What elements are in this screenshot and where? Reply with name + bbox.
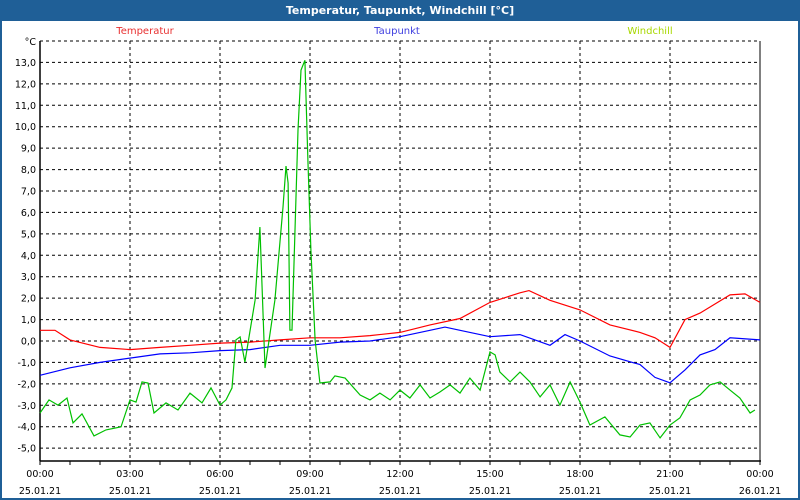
x-tick-time: 09:00	[296, 469, 323, 480]
x-tick-date: 26.01.21	[739, 486, 781, 497]
x-tick-date: 25.01.21	[649, 486, 691, 497]
x-tick-time: 12:00	[386, 469, 413, 480]
x-tick-time: 15:00	[476, 469, 503, 480]
y-tick-label: 4,0	[21, 251, 36, 262]
y-tick-label: 11,0	[15, 101, 36, 112]
x-tick-date: 25.01.21	[199, 486, 241, 497]
x-tick-date: 25.01.21	[559, 486, 601, 497]
y-tick-label: 2,0	[21, 294, 36, 305]
y-tick-label: 12,0	[15, 79, 36, 90]
x-tick-date: 25.01.21	[469, 486, 511, 497]
chart-window: Temperatur, Taupunkt, Windchill [°C] 13,…	[0, 0, 800, 500]
y-tick-label: 6,0	[21, 208, 36, 219]
x-tick-date: 25.01.21	[109, 486, 151, 497]
x-tick-time: 00:00	[26, 469, 53, 480]
line-chart: 13,0 12,0 11,0 10,0 9,0 8,0 7,0 6,0 5,0 4,0 3,0 2,0…	[15, 26, 781, 497]
x-tick-time: 06:00	[206, 469, 233, 480]
legend-temperatur: Temperatur	[115, 26, 174, 37]
x-tick-date: 25.01.21	[289, 486, 331, 497]
y-tick-label: 9,0	[21, 144, 36, 155]
x-tick-date: 25.01.21	[19, 486, 61, 497]
x-tick-time: 18:00	[566, 469, 593, 480]
y-tick-label: 0,0	[21, 337, 36, 348]
legend-windchill: Windchill	[627, 26, 672, 37]
y-tick-label: 13,0	[15, 58, 36, 69]
y-tick-label: 3,0	[21, 272, 36, 283]
y-tick-label: -3,0	[17, 401, 36, 412]
y-tick-label: 7,0	[21, 187, 36, 198]
x-tick-time: 03:00	[116, 469, 143, 480]
y-tick-label: 5,0	[21, 229, 36, 240]
y-tick-label: -4,0	[17, 422, 36, 433]
y-tick-label: -1,0	[17, 358, 36, 369]
y-tick-label: 10,0	[15, 122, 36, 133]
y-tick-label: -2,0	[17, 379, 36, 390]
x-tick-time: 21:00	[656, 469, 683, 480]
y-axis-unit: °C	[25, 37, 37, 48]
series-line-windchill	[39, 60, 756, 439]
x-tick-date: 25.01.21	[379, 486, 421, 497]
x-tick-time: 00:00	[746, 469, 773, 480]
y-tick-label: 1,0	[21, 315, 36, 326]
y-tick-label: 8,0	[21, 165, 36, 176]
legend-taupunkt: Taupunkt	[373, 26, 420, 37]
y-tick-label: -5,0	[17, 444, 36, 455]
